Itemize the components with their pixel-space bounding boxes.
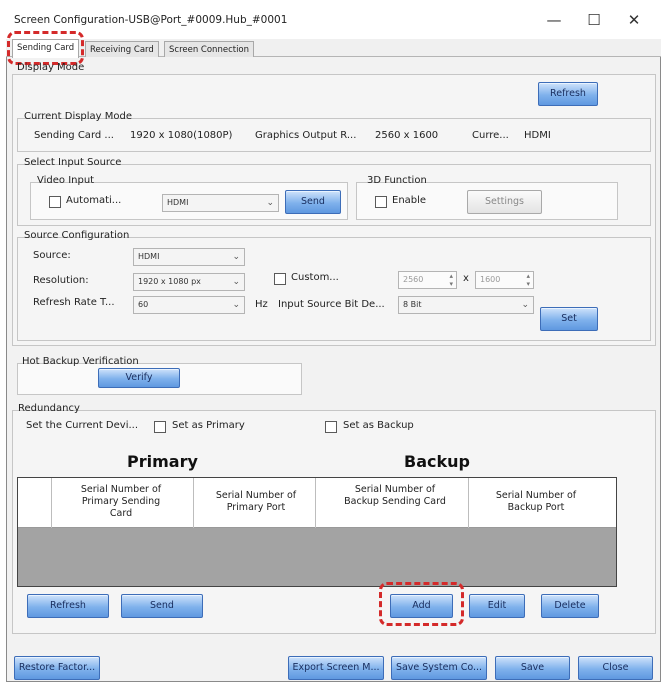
current-display-mode-label: Current Display Mode bbox=[24, 111, 133, 122]
set-current-device-label: Set the Current Devi... bbox=[26, 420, 139, 431]
bit-depth-select-value: 8 Bit bbox=[403, 300, 422, 309]
automatic-label: Automati... bbox=[66, 195, 122, 206]
video-input-select[interactable]: HDMI ⌄ bbox=[162, 194, 279, 212]
display-refresh-button[interactable]: Refresh bbox=[538, 82, 598, 106]
chevron-down-icon: ⌄ bbox=[232, 277, 240, 287]
bit-depth-select[interactable]: 8 Bit ⌄ bbox=[398, 296, 534, 314]
save-button[interactable]: Save bbox=[495, 656, 570, 680]
source-select-value: HDMI bbox=[138, 252, 160, 261]
tab-screen-connection[interactable]: Screen Connection bbox=[164, 41, 255, 57]
video-input-select-value: HDMI bbox=[167, 198, 189, 207]
hot-backup-label: Hot Backup Verification bbox=[22, 356, 139, 367]
delete-button[interactable]: Delete bbox=[541, 594, 599, 618]
custom-resolution-checkbox[interactable] bbox=[274, 273, 286, 285]
set-as-backup-checkbox[interactable] bbox=[325, 421, 337, 433]
sending-card-resolution-label: Sending Card ... bbox=[34, 130, 114, 141]
custom-height-value: 1600 bbox=[480, 275, 501, 284]
resolution-select-value: 1920 x 1080 px bbox=[138, 277, 201, 286]
source-set-button[interactable]: Set bbox=[540, 307, 598, 331]
column-header-backup-port[interactable]: Serial Number of Backup Port bbox=[486, 490, 586, 514]
redundancy-label: Redundancy bbox=[18, 403, 80, 414]
tab-receiving-card[interactable]: Receiving Card bbox=[85, 41, 159, 57]
close-window-button[interactable]: ✕ bbox=[620, 8, 648, 32]
custom-width-spinner[interactable]: 2560 ▴ ▾ bbox=[398, 271, 457, 289]
restore-factory-button[interactable]: Restore Factor... bbox=[14, 656, 100, 680]
set-as-primary-label: Set as Primary bbox=[172, 420, 245, 431]
3d-function-label: 3D Function bbox=[367, 175, 427, 186]
close-button[interactable]: Close bbox=[578, 656, 653, 680]
edit-button[interactable]: Edit bbox=[469, 594, 525, 618]
select-input-source-label: Select Input Source bbox=[24, 157, 122, 168]
source-select[interactable]: HDMI ⌄ bbox=[133, 248, 245, 266]
column-header-backup-sending-card[interactable]: Serial Number of Backup Sending Card bbox=[340, 484, 450, 508]
source-label: Source: bbox=[33, 250, 71, 261]
column-divider bbox=[468, 478, 469, 528]
3d-settings-button[interactable]: Settings bbox=[467, 190, 542, 214]
refresh-rate-label: Refresh Rate T... bbox=[33, 297, 115, 308]
set-as-backup-label: Set as Backup bbox=[343, 420, 414, 431]
refresh-rate-select[interactable]: 60 ⌄ bbox=[133, 296, 245, 314]
column-header-primary-sending-card[interactable]: Serial Number of Primary Sending Card bbox=[74, 484, 168, 520]
graphics-output-label: Graphics Output R... bbox=[255, 130, 357, 141]
resolution-label: Resolution: bbox=[33, 275, 89, 286]
graphics-output-value: 2560 x 1600 bbox=[375, 130, 439, 141]
minimize-button[interactable]: — bbox=[540, 8, 568, 32]
video-input-label: Video Input bbox=[37, 175, 95, 186]
chevron-down-icon: ⌄ bbox=[266, 198, 274, 208]
column-divider bbox=[315, 478, 316, 528]
input-send-button[interactable]: Send bbox=[285, 190, 341, 214]
enable-3d-label: Enable bbox=[392, 195, 427, 206]
spinner-arrows-icon: ▴ ▾ bbox=[526, 272, 530, 288]
tab-highlight-callout bbox=[7, 31, 84, 65]
resolution-select[interactable]: 1920 x 1080 px ⌄ bbox=[133, 273, 245, 291]
redundancy-send-button[interactable]: Send bbox=[121, 594, 203, 618]
chevron-down-icon: ⌄ bbox=[232, 252, 240, 262]
window-title: Screen Configuration-USB@Port_#0009.Hub_… bbox=[14, 14, 288, 26]
primary-heading: Primary bbox=[127, 452, 198, 471]
column-divider bbox=[51, 478, 52, 528]
refresh-rate-select-value: 60 bbox=[138, 300, 149, 309]
add-button-highlight-callout bbox=[379, 582, 464, 626]
source-configuration-label: Source Configuration bbox=[24, 230, 130, 241]
resolution-x-label: x bbox=[463, 273, 469, 284]
automatic-checkbox[interactable] bbox=[49, 196, 61, 208]
custom-height-spinner[interactable]: 1600 ▴ ▾ bbox=[475, 271, 534, 289]
backup-heading: Backup bbox=[404, 452, 470, 471]
custom-resolution-label: Custom... bbox=[291, 272, 339, 283]
spinner-arrows-icon: ▴ ▾ bbox=[449, 272, 453, 288]
enable-3d-checkbox[interactable] bbox=[375, 196, 387, 208]
set-as-primary-checkbox[interactable] bbox=[154, 421, 166, 433]
bit-depth-label: Input Source Bit De... bbox=[278, 299, 385, 310]
column-header-primary-port[interactable]: Serial Number of Primary Port bbox=[206, 490, 306, 514]
current-input-value: HDMI bbox=[524, 130, 551, 141]
export-screen-button[interactable]: Export Screen M... bbox=[288, 656, 384, 680]
save-system-config-button[interactable]: Save System Co... bbox=[391, 656, 487, 680]
verify-button[interactable]: Verify bbox=[98, 368, 180, 388]
column-divider bbox=[193, 478, 194, 528]
maximize-button[interactable]: ☐ bbox=[580, 8, 608, 32]
redundancy-refresh-button[interactable]: Refresh bbox=[27, 594, 109, 618]
display-mode-label: Display Mode bbox=[17, 62, 85, 73]
sending-card-resolution-value: 1920 x 1080(1080P) bbox=[130, 130, 233, 141]
hz-label: Hz bbox=[255, 299, 268, 310]
chevron-down-icon: ⌄ bbox=[232, 300, 240, 310]
custom-width-value: 2560 bbox=[403, 275, 424, 284]
current-input-label: Curre... bbox=[472, 130, 509, 141]
chevron-down-icon: ⌄ bbox=[521, 300, 529, 310]
